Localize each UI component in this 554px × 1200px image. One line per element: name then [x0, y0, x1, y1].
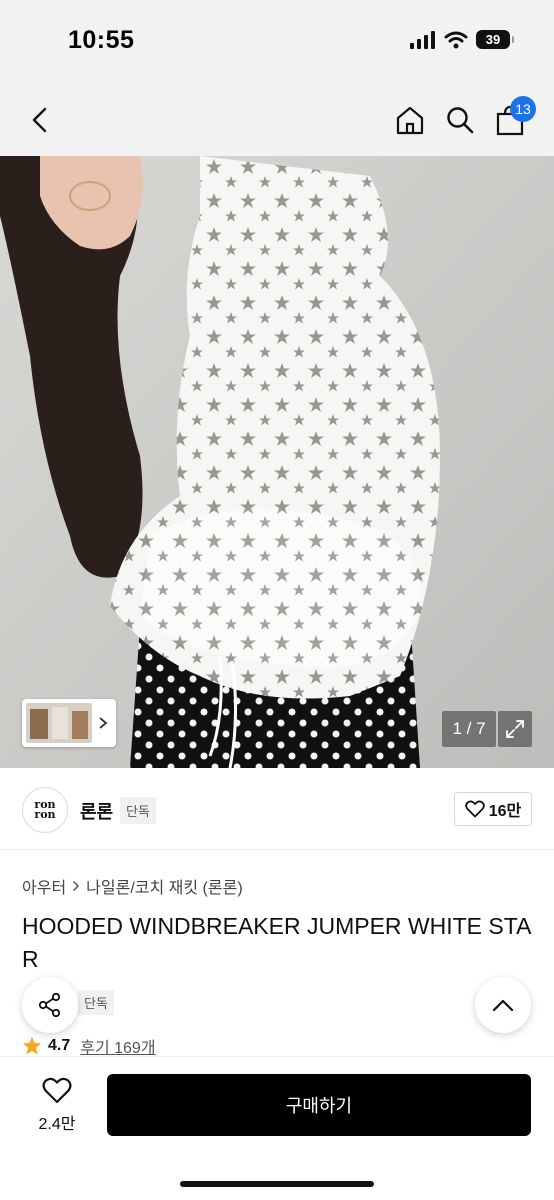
chevron-left-icon	[32, 107, 47, 133]
product-photo	[0, 156, 554, 768]
search-button[interactable]	[440, 100, 480, 140]
scroll-top-button[interactable]	[475, 977, 531, 1033]
back-button[interactable]	[20, 100, 60, 140]
wishlist-button[interactable]: 2.4만	[26, 1077, 88, 1134]
breadcrumb-category[interactable]: 아우터	[22, 874, 66, 898]
home-indicator	[180, 1181, 374, 1187]
brand-logo[interactable]: ron ron	[22, 787, 68, 833]
brand-row[interactable]: ron ron 론론 단독 16만	[0, 770, 554, 850]
signal-icon	[410, 30, 435, 49]
product-exclusive-tag: 단독	[78, 990, 114, 1015]
home-icon	[396, 106, 424, 135]
heart-icon	[42, 1077, 72, 1104]
share-icon	[38, 992, 61, 1018]
brand-exclusive-tag: 단독	[120, 797, 156, 824]
image-page-indicator: 1 / 7	[442, 711, 496, 747]
thumbnail-image[interactable]	[26, 703, 92, 743]
bottom-action-bar: 2.4만 구매하기	[0, 1056, 554, 1200]
status-time: 10:55	[68, 26, 135, 54]
heart-icon	[464, 800, 485, 818]
rating-value: 4.7	[48, 1037, 71, 1054]
product-title: HOODED WINDBREAKER JUMPER WHITE STAR	[22, 913, 532, 972]
battery-icon: 39	[476, 30, 514, 49]
app-header: 13	[0, 84, 554, 156]
thumbnail-strip[interactable]	[22, 699, 116, 747]
review-count-link[interactable]: 후기 169개	[80, 1034, 155, 1058]
wifi-icon	[444, 31, 468, 48]
brand-like-button[interactable]: 16만	[454, 792, 532, 826]
wishlist-count: 2.4만	[38, 1116, 76, 1133]
expand-image-button[interactable]	[498, 711, 532, 747]
chevron-up-icon	[492, 999, 514, 1012]
search-icon	[447, 107, 474, 134]
product-image[interactable]	[0, 156, 554, 768]
cart-button[interactable]: 13	[490, 96, 536, 140]
chevron-right-icon	[73, 880, 80, 892]
share-button[interactable]	[22, 977, 78, 1033]
cart-count-badge: 13	[510, 96, 536, 122]
rating-row: 4.7 후기 169개	[22, 1034, 156, 1058]
brand-like-count: 16만	[488, 803, 522, 820]
home-button[interactable]	[390, 100, 430, 140]
breadcrumb-subcategory[interactable]: 나일론/코치 재킷 (론론)	[86, 874, 242, 898]
breadcrumb: 아우터 나일론/코치 재킷 (론론)	[22, 874, 243, 898]
brand-name[interactable]: 론론	[80, 798, 113, 824]
expand-icon	[506, 720, 524, 738]
star-icon	[23, 1037, 41, 1055]
chevron-right-icon	[99, 717, 108, 729]
buy-button[interactable]: 구매하기	[107, 1074, 531, 1136]
status-bar: 10:55 39	[0, 0, 554, 84]
status-icons: 39	[410, 30, 514, 49]
